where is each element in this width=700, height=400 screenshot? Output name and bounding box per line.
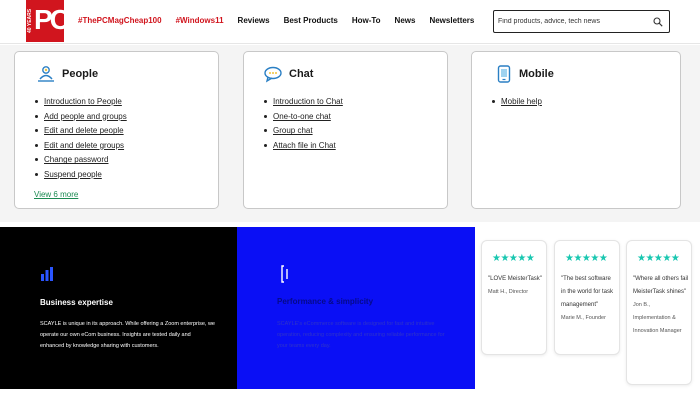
link-change-password[interactable]: Change password xyxy=(35,155,127,170)
view-more-link[interactable]: View 6 more xyxy=(34,190,78,199)
review-author: Marie M., Founder xyxy=(561,315,606,321)
nav-item-cheap100[interactable]: #ThePCMagCheap100 xyxy=(78,16,162,25)
review-card: ★★★★★ "LOVE MeisterTask" Matt H., Direct… xyxy=(481,240,547,355)
mobile-icon xyxy=(497,65,511,83)
review-quote-text: "Where all others fail MeisterTask shine… xyxy=(633,276,689,295)
link-introduction-to-chat[interactable]: Introduction to Chat xyxy=(264,97,343,112)
help-topics-section: People Introduction to People Add people… xyxy=(0,45,700,222)
people-card: People Introduction to People Add people… xyxy=(14,51,219,209)
link-edit-and-delete-groups[interactable]: Edit and delete groups xyxy=(35,141,127,156)
business-expertise-body: SCAYLE is unique in its approach. While … xyxy=(40,321,215,349)
nav-item-how-to[interactable]: How-To xyxy=(352,16,381,25)
star-rating: ★★★★★ xyxy=(565,253,608,264)
link-group-chat[interactable]: Group chat xyxy=(264,126,343,141)
mobile-card-title: Mobile xyxy=(519,68,554,80)
business-expertise-panel: Business expertise SCAYLE is unique in i… xyxy=(0,227,237,389)
star-rating: ★★★★★ xyxy=(492,253,535,264)
bar-chart-icon xyxy=(41,267,53,281)
search-box xyxy=(493,10,670,33)
review-quote-text: "LOVE MeisterTask" xyxy=(488,276,542,282)
nav-item-reviews[interactable]: Reviews xyxy=(238,16,270,25)
nav-item-news[interactable]: News xyxy=(395,16,416,25)
review-author: Jon B., Implementation & Innovation Mana… xyxy=(633,302,682,334)
review-quote-text: "The best software in the world for task… xyxy=(561,276,614,308)
logo-wordmark: PC xyxy=(34,4,70,35)
search-input[interactable] xyxy=(498,14,648,29)
review-quote: "Where all others fail MeisterTask shine… xyxy=(633,273,689,338)
business-expertise-title: Business expertise xyxy=(40,298,113,307)
link-add-people-and-groups[interactable]: Add people and groups xyxy=(35,112,127,127)
chat-card: Chat Introduction to Chat One-to-one cha… xyxy=(243,51,448,209)
search-icon[interactable] xyxy=(653,17,663,27)
performance-panel: Performance & simplicity SCAYLE's eComme… xyxy=(237,227,475,389)
link-one-to-one-chat[interactable]: One-to-one chat xyxy=(264,112,343,127)
review-author: Matt H., Director xyxy=(488,289,529,295)
review-card: ★★★★★ "The best software in the world fo… xyxy=(554,240,620,355)
nav-item-windows11[interactable]: #Windows11 xyxy=(176,16,224,25)
link-suspend-people[interactable]: Suspend people xyxy=(35,170,127,185)
review-quote: "The best software in the world for task… xyxy=(561,273,617,325)
chat-card-title: Chat xyxy=(289,68,314,80)
site-header: 40 YEARS PC #ThePCMagCheap100 #Windows11… xyxy=(0,0,700,44)
star-rating: ★★★★★ xyxy=(637,253,680,264)
link-edit-and-delete-people[interactable]: Edit and delete people xyxy=(35,126,127,141)
people-links: Introduction to People Add people and gr… xyxy=(35,97,127,185)
nav-item-best-products[interactable]: Best Products xyxy=(284,16,338,25)
bracket-icon xyxy=(281,265,288,283)
nav-item-newsletters[interactable]: Newsletters xyxy=(429,16,474,25)
mobile-links: Mobile help xyxy=(492,97,542,112)
chat-links: Introduction to Chat One-to-one chat Gro… xyxy=(264,97,343,155)
review-card: ★★★★★ "Where all others fail MeisterTask… xyxy=(626,240,692,385)
performance-title: Performance & simplicity xyxy=(277,297,374,306)
main-nav: #ThePCMagCheap100 #Windows11 Reviews Bes… xyxy=(78,16,488,25)
review-quote: "LOVE MeisterTask" Matt H., Director xyxy=(488,273,544,299)
people-card-title: People xyxy=(62,68,99,80)
link-attach-file-in-chat[interactable]: Attach file in Chat xyxy=(264,141,343,156)
chat-icon xyxy=(264,66,282,83)
mobile-card: Mobile Mobile help xyxy=(471,51,681,209)
link-introduction-to-people[interactable]: Introduction to People xyxy=(35,97,127,112)
pcmag-logo[interactable]: 40 YEARS PC xyxy=(26,0,70,42)
people-icon xyxy=(38,66,54,82)
performance-body: SCAYLE's eCommerce software is designed … xyxy=(277,321,445,349)
link-mobile-help[interactable]: Mobile help xyxy=(492,97,542,112)
